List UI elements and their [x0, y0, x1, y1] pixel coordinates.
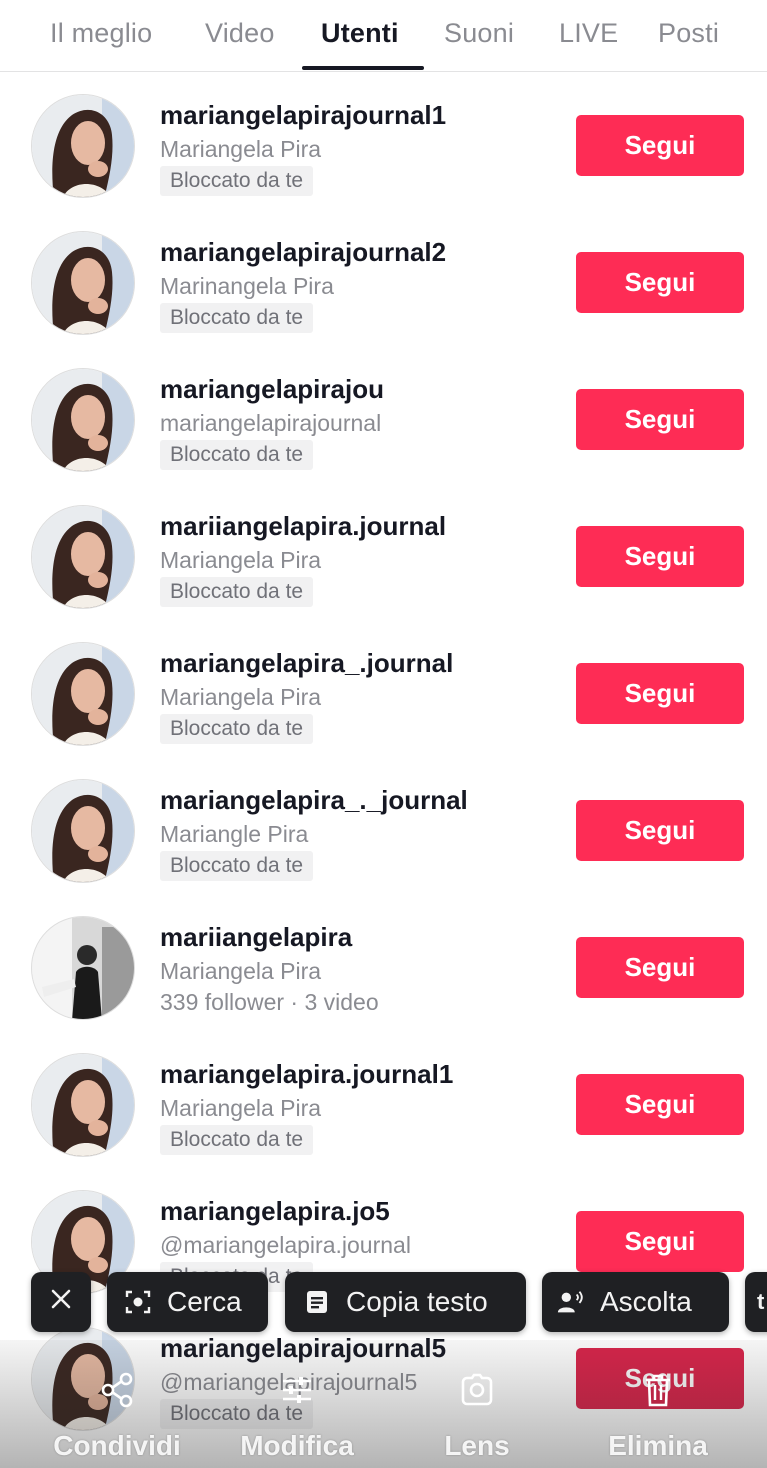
username: mariangelapirajournal1: [160, 100, 447, 130]
follow-button[interactable]: Segui: [576, 389, 744, 450]
copia-testo-button[interactable]: Copia testo: [285, 1272, 526, 1332]
user-row[interactable]: mariangelapirajournal2 Marinangela Pira Bl…: [0, 215, 767, 352]
ascolta-label: Ascolta: [600, 1286, 692, 1317]
tab-il-meglio[interactable]: Il meglio: [50, 18, 152, 49]
follow-button[interactable]: Segui: [576, 937, 744, 998]
nickname: Mariangela Pira: [160, 1095, 322, 1121]
follow-button[interactable]: Segui: [576, 115, 744, 176]
follow-button[interactable]: Segui: [576, 800, 744, 861]
tab-live[interactable]: LIVE: [559, 18, 618, 49]
username: mariiangelapira.journal: [160, 511, 447, 541]
nickname: Mariangela Pira: [160, 958, 322, 984]
follow-button[interactable]: Segui: [576, 663, 744, 724]
listen-icon: [556, 1287, 586, 1317]
avatar[interactable]: [31, 94, 135, 198]
nickname: Mariangela Pira: [160, 547, 322, 573]
follower-stats: 339 follower · 3 video: [160, 989, 379, 1015]
follow-button[interactable]: Segui: [576, 252, 744, 313]
nickname: Mariangela Pira: [160, 136, 322, 162]
sliders-icon: [277, 1370, 317, 1410]
nickname: mariangelapirajournal: [160, 410, 382, 436]
follow-button[interactable]: Segui: [576, 1074, 744, 1135]
username: mariangelapirajournal2: [160, 237, 447, 267]
nickname: Mariangle Pira: [160, 821, 309, 847]
avatar[interactable]: [31, 1053, 135, 1157]
bottom-action-bar: Condividi Modifica Lens Elimina: [0, 1370, 767, 1468]
blocked-badge: Bloccato da te: [160, 577, 314, 607]
lens-icon: [457, 1370, 497, 1410]
trash-icon: [638, 1370, 678, 1410]
username: mariangelapira_.journal: [160, 648, 454, 678]
blocked-badge: Bloccato da te: [160, 714, 314, 744]
avatar[interactable]: [31, 505, 135, 609]
close-selection-button[interactable]: [31, 1272, 91, 1332]
modifica-label: Modifica: [240, 1430, 354, 1461]
lens-label: Lens: [444, 1430, 510, 1461]
ascolta-button[interactable]: Ascolta: [542, 1272, 729, 1332]
blocked-badge: Bloccato da te: [160, 166, 314, 196]
user-row[interactable]: mariangelapirajournal1 Mariangela Pira Blo…: [0, 78, 767, 215]
tab-video[interactable]: Video: [205, 18, 275, 49]
username: mariangelapirajou: [160, 374, 384, 404]
cerca-label: Cerca: [167, 1286, 242, 1317]
nickname: Mariangela Pira: [160, 684, 322, 710]
more-actions-chip[interactable]: t: [745, 1272, 767, 1332]
cerca-button[interactable]: Cerca: [107, 1272, 268, 1332]
follow-button[interactable]: Segui: [576, 526, 744, 587]
text-selection-toolbar: Cerca Copia testo Ascolta t: [0, 1272, 767, 1334]
tab-posti[interactable]: Posti: [658, 18, 719, 49]
username: mariangelapirajournal5: [160, 1333, 447, 1363]
username: mariiangelapira: [160, 922, 353, 952]
condividi-button[interactable]: Condividi: [46, 1370, 188, 1462]
elimina-label: Elimina: [608, 1430, 708, 1461]
modifica-button[interactable]: Modifica: [232, 1370, 362, 1462]
blocked-badge: Bloccato da te: [160, 303, 314, 333]
elimina-button[interactable]: Elimina: [602, 1370, 714, 1462]
tab-utenti[interactable]: Utenti: [321, 18, 399, 49]
translate-icon: t: [757, 1289, 765, 1314]
close-icon: [48, 1286, 74, 1319]
lens-button[interactable]: Lens: [438, 1370, 516, 1462]
user-row[interactable]: mariangelapira_.journal Mariangela Pira Bl…: [0, 626, 767, 763]
nickname: @mariangelapira.journal: [160, 1232, 411, 1258]
user-row[interactable]: mariiangelapira Mariangela Pira 339 follow…: [0, 900, 767, 1037]
username: mariangelapira_._journal: [160, 785, 468, 815]
avatar[interactable]: [31, 642, 135, 746]
search-tabs: Il meglio Video Utenti Suoni LIVE Posti: [0, 0, 767, 72]
username: mariangelapira.jo5: [160, 1196, 390, 1226]
avatar[interactable]: [31, 368, 135, 472]
blocked-badge: Bloccato da te: [160, 851, 314, 881]
document-icon: [302, 1287, 332, 1317]
active-tab-indicator: [302, 66, 424, 70]
user-row[interactable]: mariiangelapira.journal Mariangela Pira Bl…: [0, 489, 767, 626]
avatar[interactable]: [31, 779, 135, 883]
user-row[interactable]: mariangelapirajou mariangelapirajournal Bl…: [0, 352, 767, 489]
avatar[interactable]: [31, 916, 135, 1020]
avatar[interactable]: [31, 231, 135, 335]
follow-button[interactable]: Segui: [576, 1211, 744, 1272]
blocked-badge: Bloccato da te: [160, 440, 314, 470]
nickname: Marinangela Pira: [160, 273, 334, 299]
share-icon: [97, 1370, 137, 1410]
blocked-badge: Bloccato da te: [160, 1125, 314, 1155]
username: mariangelapira.journal1: [160, 1059, 454, 1089]
copia-testo-label: Copia testo: [346, 1286, 488, 1317]
user-row[interactable]: mariangelapira.journal1 Mariangela Pira Bl…: [0, 1037, 767, 1174]
user-row[interactable]: mariangelapira_._journal Mariangle Pira Bl…: [0, 763, 767, 900]
lens-search-icon: [123, 1287, 153, 1317]
condividi-label: Condividi: [53, 1430, 181, 1461]
tab-suoni[interactable]: Suoni: [444, 18, 514, 49]
